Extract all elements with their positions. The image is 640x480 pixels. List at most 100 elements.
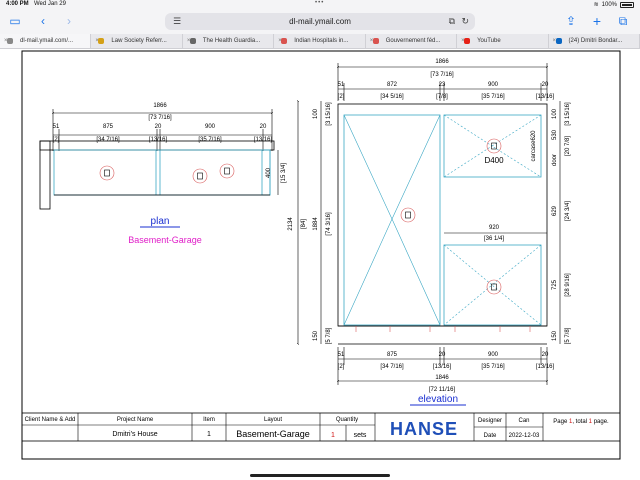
back-button[interactable]: ‹: [34, 13, 52, 29]
elev-top-seg-4-in: [35 7/16]: [481, 94, 505, 100]
battery-percent: 100%: [601, 1, 617, 8]
tab-label: dl-mail.ymail.com/...: [20, 38, 74, 44]
elev-bot-seg-5-mm: 20: [542, 352, 549, 358]
item-value: 1: [207, 431, 211, 438]
plan-seg-1-mm: 51: [53, 124, 60, 130]
tab-favicon-icon: [281, 38, 288, 44]
elev-right-top-mm: 100: [552, 108, 558, 119]
elev-bot-seg-5-in: [13/16]: [536, 364, 555, 370]
plan-sublabel: Basement-Garage: [128, 235, 202, 245]
drawing-viewer: 1866 [73 7/16] 51 875 20 900 20 [2] [34 …: [0, 49, 640, 470]
home-indicator[interactable]: [250, 474, 390, 477]
elev-right-base-in: [5 7/8]: [565, 327, 571, 344]
share-screen-icon[interactable]: ⧉: [449, 13, 455, 30]
tab-1[interactable]: × dl-mail.ymail.com/...: [0, 34, 92, 48]
elev-bot-seg-4-mm: 900: [488, 352, 499, 358]
tab-favicon-icon: [464, 38, 471, 44]
elev-inner-w-in: [36 1/4]: [484, 236, 504, 242]
elev-door-mm: 530: [552, 129, 558, 140]
status-time: 4:00 PM: [6, 1, 29, 7]
elev-base-mm: 150: [313, 330, 319, 341]
brand-logo: HANSE: [390, 419, 458, 439]
elev-height-total-mm: 2134: [288, 217, 294, 231]
quantity-label: Quantity: [336, 417, 358, 423]
designer-label: Designer: [478, 418, 502, 424]
elev-top-seg-1-in: [2]: [338, 94, 345, 100]
elev-bot-seg-2-mm: 875: [387, 352, 398, 358]
client-label: Client Name & Add: [25, 417, 76, 423]
elev-top-seg-1-mm: 51: [338, 82, 345, 88]
tab-favicon-icon: [555, 38, 562, 44]
elev-base-in: [5 7/8]: [326, 327, 332, 344]
elev-lower-in: [28 9/16]: [565, 273, 571, 297]
tab-label: Gouvernement féd...: [385, 38, 441, 44]
elev-top-seg-2-mm: 872: [387, 82, 398, 88]
elev-bot-total-mm: 1846: [435, 375, 449, 381]
plan-seg-5-in: [13/16]: [254, 137, 273, 143]
elev-carcass-label: carcase620: [531, 130, 537, 162]
project-label: Project Name: [117, 417, 154, 423]
plan-view: 1866 [73 7/16] 51 875 20 900 20 [2] [34 …: [39, 103, 287, 245]
plan-depth-mm: 400: [266, 167, 272, 178]
elev-top-gap-mm: 100: [313, 108, 319, 119]
tab-6[interactable]: × YouTube: [457, 34, 549, 48]
elev-bot-seg-1-in: [2]: [338, 364, 345, 370]
sidebar-toggle-icon[interactable]: ▭: [6, 13, 24, 29]
reload-icon[interactable]: ↻: [461, 13, 469, 30]
multitask-dots-icon[interactable]: •••: [315, 0, 324, 6]
designer-value: Can: [518, 418, 529, 424]
elev-right-base-mm: 150: [552, 330, 558, 341]
project-value: Dmitri's House: [112, 431, 157, 438]
plan-seg-1-in: [2]: [53, 137, 60, 143]
elev-inner-w-mm: 920: [489, 225, 500, 231]
address-bar[interactable]: ☰ dl-mail.ymail.com ⧉ ↻: [165, 13, 475, 30]
tab-2[interactable]: × Law Society Referr...: [91, 34, 183, 48]
tab-bar: × dl-mail.ymail.com/... × Law Society Refer…: [0, 34, 640, 49]
elev-bot-seg-3-in: [13/16]: [433, 364, 452, 370]
plan-seg-2-in: [34 7/16]: [96, 137, 120, 143]
tab-label: Indian Hospitals in...: [294, 38, 349, 44]
date-value: 2022-12-03: [509, 433, 540, 439]
elev-bot-seg-2-in: [34 7/16]: [380, 364, 404, 370]
elev-bot-seg-4-in: [35 7/16]: [481, 364, 505, 370]
tab-4[interactable]: × Indian Hospitals in...: [274, 34, 366, 48]
page-info: Page 1, total 1 page.: [553, 419, 609, 425]
share-button[interactable]: ⇪: [562, 13, 580, 29]
status-date: Wed Jan 29: [34, 1, 66, 7]
elev-bot-seg-1-mm: 51: [338, 352, 345, 358]
cabinet-drawing: 1866 [73 7/16] 51 875 20 900 20 [2] [34 …: [21, 50, 621, 460]
page-menu-icon[interactable]: ☰: [173, 13, 181, 30]
elev-top-gap-in: [3 15/16]: [326, 102, 332, 126]
new-tab-button[interactable]: +: [588, 13, 606, 29]
plan-seg-3-mm: 20: [155, 124, 162, 130]
elev-height-total-in: [84]: [301, 219, 307, 229]
tab-5[interactable]: × Gouvernement féd...: [366, 34, 458, 48]
elev-height-body-in: [74 3/16]: [326, 212, 332, 236]
plan-total-mm: 1866: [153, 103, 167, 109]
forward-button[interactable]: ›: [60, 13, 78, 29]
elevation-view: 1866 [73 7/16] 51 872 23 900 20 [2] [34 …: [288, 59, 571, 406]
tab-overview-button[interactable]: ⧉: [614, 13, 632, 29]
status-bar: 4:00 PM Wed Jan 29 ••• ≋ 100%: [0, 0, 640, 9]
elev-right-top-in: [3 15/16]: [565, 102, 571, 126]
elev-top-seg-5-in: [13/16]: [536, 94, 555, 100]
layout-label: Layout: [264, 417, 282, 423]
plan-seg-4-in: [35 7/16]: [198, 137, 222, 143]
tab-label: The Health Guardia...: [202, 38, 261, 44]
battery-icon: [620, 1, 634, 8]
tab-favicon-icon: [189, 38, 196, 44]
tab-label: YouTube: [477, 38, 501, 44]
elev-mid-mm: 629: [552, 205, 558, 216]
wifi-icon: ≋: [593, 2, 599, 8]
title-block: Client Name & Add Project Name Dmitri's …: [21, 412, 621, 442]
quantity-unit: sets: [354, 432, 367, 439]
elev-height-body-mm: 1884: [313, 217, 319, 231]
plan-seg-4-mm: 900: [205, 124, 216, 130]
plan-depth-in: [15 3/4]: [281, 163, 287, 183]
elev-top-seg-3-in: [7/8]: [436, 94, 448, 100]
browser-toolbar: ▭ ‹ › ☰ dl-mail.ymail.com ⧉ ↻ ⇪ + ⧉: [0, 9, 640, 34]
tab-3[interactable]: × The Health Guardia...: [183, 34, 275, 48]
plan-seg-2-mm: 875: [103, 124, 114, 130]
tab-favicon-icon: [372, 38, 379, 44]
tab-7[interactable]: × (24) Dmitri Bondar...: [549, 34, 640, 48]
